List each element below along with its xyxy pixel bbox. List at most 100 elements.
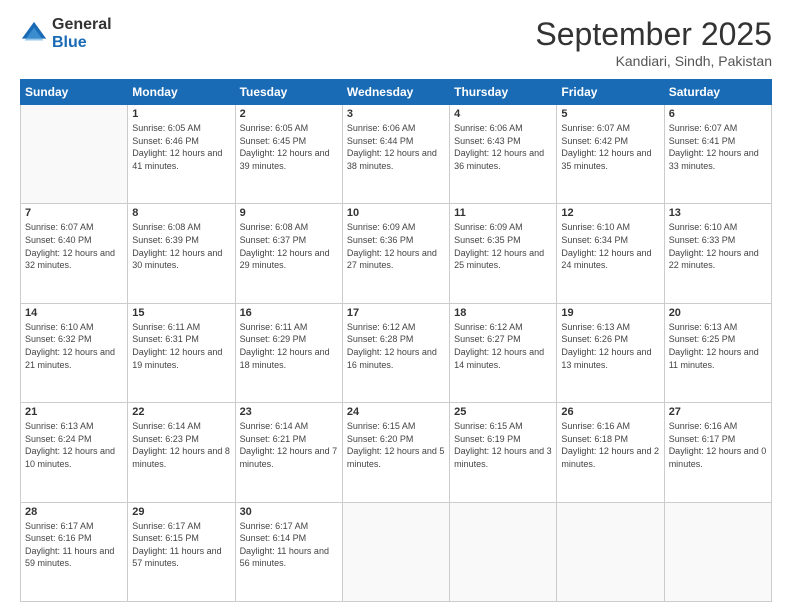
day-info: Sunrise: 6:10 AMSunset: 6:34 PMDaylight:… [561, 221, 659, 271]
day-cell: 23 Sunrise: 6:14 AMSunset: 6:21 PMDaylig… [235, 403, 342, 502]
day-cell: 2 Sunrise: 6:05 AMSunset: 6:45 PMDayligh… [235, 105, 342, 204]
day-number: 27 [669, 406, 767, 418]
day-info: Sunrise: 6:06 AMSunset: 6:43 PMDaylight:… [454, 122, 552, 172]
day-info: Sunrise: 6:16 AMSunset: 6:17 PMDaylight:… [669, 420, 767, 470]
day-cell: 26 Sunrise: 6:16 AMSunset: 6:18 PMDaylig… [557, 403, 664, 502]
day-cell: 28 Sunrise: 6:17 AMSunset: 6:16 PMDaylig… [21, 502, 128, 601]
day-info: Sunrise: 6:09 AMSunset: 6:36 PMDaylight:… [347, 221, 445, 271]
day-info: Sunrise: 6:16 AMSunset: 6:18 PMDaylight:… [561, 420, 659, 470]
day-info: Sunrise: 6:11 AMSunset: 6:29 PMDaylight:… [240, 321, 338, 371]
day-cell: 1 Sunrise: 6:05 AMSunset: 6:46 PMDayligh… [128, 105, 235, 204]
day-cell: 18 Sunrise: 6:12 AMSunset: 6:27 PMDaylig… [450, 303, 557, 402]
day-info: Sunrise: 6:14 AMSunset: 6:23 PMDaylight:… [132, 420, 230, 470]
day-header-saturday: Saturday [664, 80, 771, 105]
day-number: 16 [240, 307, 338, 319]
day-cell: 12 Sunrise: 6:10 AMSunset: 6:34 PMDaylig… [557, 204, 664, 303]
calendar-table: SundayMondayTuesdayWednesdayThursdayFrid… [20, 79, 772, 602]
day-number: 23 [240, 406, 338, 418]
day-number: 19 [561, 307, 659, 319]
day-number: 21 [25, 406, 123, 418]
week-row-4: 21 Sunrise: 6:13 AMSunset: 6:24 PMDaylig… [21, 403, 772, 502]
day-cell: 5 Sunrise: 6:07 AMSunset: 6:42 PMDayligh… [557, 105, 664, 204]
day-info: Sunrise: 6:05 AMSunset: 6:45 PMDaylight:… [240, 122, 338, 172]
title-block: September 2025 Kandiari, Sindh, Pakistan [535, 16, 772, 69]
day-cell: 13 Sunrise: 6:10 AMSunset: 6:33 PMDaylig… [664, 204, 771, 303]
day-cell: 25 Sunrise: 6:15 AMSunset: 6:19 PMDaylig… [450, 403, 557, 502]
day-info: Sunrise: 6:05 AMSunset: 6:46 PMDaylight:… [132, 122, 230, 172]
day-info: Sunrise: 6:13 AMSunset: 6:26 PMDaylight:… [561, 321, 659, 371]
day-header-friday: Friday [557, 80, 664, 105]
week-row-1: 1 Sunrise: 6:05 AMSunset: 6:46 PMDayligh… [21, 105, 772, 204]
day-info: Sunrise: 6:06 AMSunset: 6:44 PMDaylight:… [347, 122, 445, 172]
day-info: Sunrise: 6:07 AMSunset: 6:42 PMDaylight:… [561, 122, 659, 172]
day-info: Sunrise: 6:15 AMSunset: 6:20 PMDaylight:… [347, 420, 445, 470]
day-header-thursday: Thursday [450, 80, 557, 105]
day-cell: 27 Sunrise: 6:16 AMSunset: 6:17 PMDaylig… [664, 403, 771, 502]
day-number: 30 [240, 506, 338, 518]
day-cell: 7 Sunrise: 6:07 AMSunset: 6:40 PMDayligh… [21, 204, 128, 303]
day-cell: 10 Sunrise: 6:09 AMSunset: 6:36 PMDaylig… [342, 204, 449, 303]
day-number: 8 [132, 207, 230, 219]
day-header-sunday: Sunday [21, 80, 128, 105]
month-title: September 2025 [535, 16, 772, 53]
day-info: Sunrise: 6:14 AMSunset: 6:21 PMDaylight:… [240, 420, 338, 470]
day-cell [664, 502, 771, 601]
day-info: Sunrise: 6:09 AMSunset: 6:35 PMDaylight:… [454, 221, 552, 271]
day-cell: 15 Sunrise: 6:11 AMSunset: 6:31 PMDaylig… [128, 303, 235, 402]
day-header-monday: Monday [128, 80, 235, 105]
day-number: 12 [561, 207, 659, 219]
day-cell: 3 Sunrise: 6:06 AMSunset: 6:44 PMDayligh… [342, 105, 449, 204]
day-info: Sunrise: 6:17 AMSunset: 6:16 PMDaylight:… [25, 520, 123, 570]
day-number: 7 [25, 207, 123, 219]
calendar-header-row: SundayMondayTuesdayWednesdayThursdayFrid… [21, 80, 772, 105]
day-cell: 11 Sunrise: 6:09 AMSunset: 6:35 PMDaylig… [450, 204, 557, 303]
week-row-5: 28 Sunrise: 6:17 AMSunset: 6:16 PMDaylig… [21, 502, 772, 601]
day-cell [21, 105, 128, 204]
day-number: 10 [347, 207, 445, 219]
day-cell [557, 502, 664, 601]
day-number: 26 [561, 406, 659, 418]
day-info: Sunrise: 6:12 AMSunset: 6:27 PMDaylight:… [454, 321, 552, 371]
day-info: Sunrise: 6:07 AMSunset: 6:41 PMDaylight:… [669, 122, 767, 172]
day-number: 24 [347, 406, 445, 418]
logo-icon [20, 20, 48, 48]
day-cell: 9 Sunrise: 6:08 AMSunset: 6:37 PMDayligh… [235, 204, 342, 303]
week-row-2: 7 Sunrise: 6:07 AMSunset: 6:40 PMDayligh… [21, 204, 772, 303]
day-number: 22 [132, 406, 230, 418]
logo: General Blue [20, 16, 112, 52]
logo-text: General Blue [52, 16, 112, 52]
day-number: 5 [561, 108, 659, 120]
day-cell: 8 Sunrise: 6:08 AMSunset: 6:39 PMDayligh… [128, 204, 235, 303]
day-header-tuesday: Tuesday [235, 80, 342, 105]
day-cell: 19 Sunrise: 6:13 AMSunset: 6:26 PMDaylig… [557, 303, 664, 402]
day-cell: 16 Sunrise: 6:11 AMSunset: 6:29 PMDaylig… [235, 303, 342, 402]
day-cell [342, 502, 449, 601]
day-cell [450, 502, 557, 601]
day-info: Sunrise: 6:10 AMSunset: 6:33 PMDaylight:… [669, 221, 767, 271]
page: General Blue September 2025 Kandiari, Si… [0, 0, 792, 612]
day-number: 13 [669, 207, 767, 219]
day-number: 1 [132, 108, 230, 120]
day-number: 14 [25, 307, 123, 319]
day-number: 9 [240, 207, 338, 219]
location: Kandiari, Sindh, Pakistan [535, 53, 772, 69]
day-info: Sunrise: 6:15 AMSunset: 6:19 PMDaylight:… [454, 420, 552, 470]
day-number: 4 [454, 108, 552, 120]
day-number: 28 [25, 506, 123, 518]
day-info: Sunrise: 6:08 AMSunset: 6:39 PMDaylight:… [132, 221, 230, 271]
day-header-wednesday: Wednesday [342, 80, 449, 105]
day-number: 18 [454, 307, 552, 319]
header: General Blue September 2025 Kandiari, Si… [20, 16, 772, 69]
day-cell: 30 Sunrise: 6:17 AMSunset: 6:14 PMDaylig… [235, 502, 342, 601]
day-cell: 24 Sunrise: 6:15 AMSunset: 6:20 PMDaylig… [342, 403, 449, 502]
day-number: 29 [132, 506, 230, 518]
day-info: Sunrise: 6:07 AMSunset: 6:40 PMDaylight:… [25, 221, 123, 271]
day-number: 17 [347, 307, 445, 319]
day-info: Sunrise: 6:13 AMSunset: 6:25 PMDaylight:… [669, 321, 767, 371]
day-number: 25 [454, 406, 552, 418]
day-cell: 17 Sunrise: 6:12 AMSunset: 6:28 PMDaylig… [342, 303, 449, 402]
day-cell: 4 Sunrise: 6:06 AMSunset: 6:43 PMDayligh… [450, 105, 557, 204]
day-info: Sunrise: 6:12 AMSunset: 6:28 PMDaylight:… [347, 321, 445, 371]
day-number: 2 [240, 108, 338, 120]
day-info: Sunrise: 6:17 AMSunset: 6:14 PMDaylight:… [240, 520, 338, 570]
